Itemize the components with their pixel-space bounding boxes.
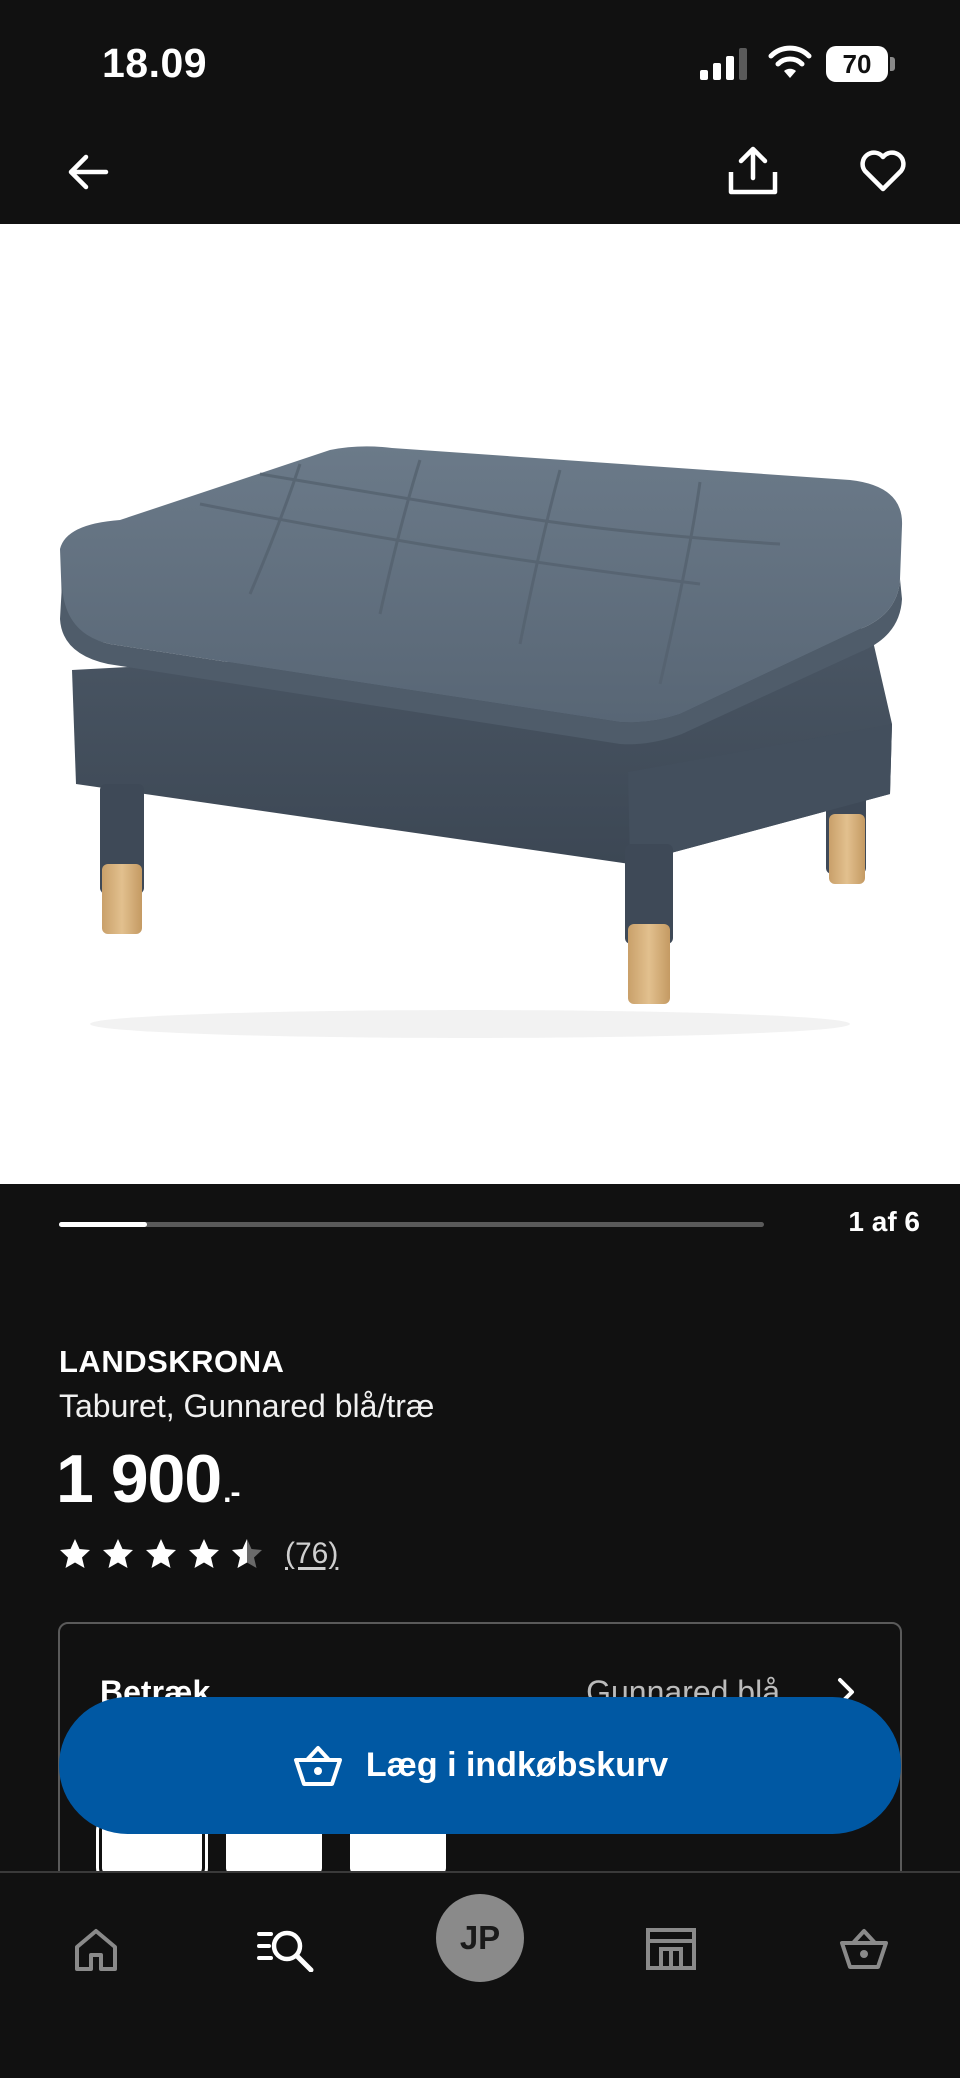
share-button[interactable] [722, 140, 784, 202]
back-button[interactable] [58, 142, 118, 202]
product-name: LANDSKRONA [59, 1344, 285, 1379]
nav-profile-avatar[interactable]: JP [436, 1894, 524, 1982]
battery-level: 70 [826, 46, 888, 82]
heart-icon [860, 150, 906, 192]
star-icon [103, 1539, 133, 1568]
nav-basket[interactable] [824, 1909, 904, 1989]
cellular-signal-icon [700, 48, 747, 80]
star-rating [58, 1537, 273, 1571]
price-value: 1 900 [56, 1441, 222, 1517]
add-to-cart-button[interactable]: Læg i indkøbskurv [59, 1697, 901, 1834]
basket-icon [293, 1745, 342, 1786]
top-bar [0, 120, 960, 224]
battery-icon: 70 [826, 46, 896, 82]
star-icon [189, 1539, 219, 1568]
product-description: Taburet, Gunnared blå/træ [59, 1388, 435, 1424]
arrow-left-icon [68, 154, 109, 190]
share-icon [728, 146, 778, 195]
star-icon [146, 1539, 176, 1568]
product-image[interactable] [0, 224, 960, 1184]
nav-search[interactable] [246, 1909, 326, 1989]
carousel-counter: 1 af 6 [848, 1206, 920, 1237]
carousel-progress-fill [59, 1222, 148, 1227]
status-time: 18.09 [102, 40, 208, 86]
product-page: 18.09 70 1 af 6 LANDSKRONA Taburet, Gunn… [0, 0, 960, 2078]
favorite-button[interactable] [852, 140, 914, 202]
wifi-icon [768, 45, 812, 78]
rating[interactable]: (76) [58, 1534, 338, 1574]
star-icon [232, 1539, 262, 1568]
home-icon [75, 1929, 117, 1971]
bottom-navigation: JP [0, 1871, 960, 2078]
nav-store[interactable] [631, 1909, 711, 1989]
ottoman-image [60, 446, 903, 1038]
add-to-cart-label: Læg i indkøbskurv [365, 1746, 669, 1784]
status-bar: 18.09 70 [0, 0, 960, 120]
review-count-link[interactable]: (76) [285, 1537, 338, 1571]
search-list-icon [257, 1930, 314, 1972]
star-icon [60, 1539, 90, 1568]
store-icon [646, 1928, 696, 1970]
nav-home[interactable] [56, 1909, 136, 1989]
basket-icon [840, 1929, 888, 1969]
carousel-progress [59, 1222, 764, 1227]
price-suffix: .- [223, 1476, 240, 1509]
price: 1 900.- [56, 1440, 241, 1518]
